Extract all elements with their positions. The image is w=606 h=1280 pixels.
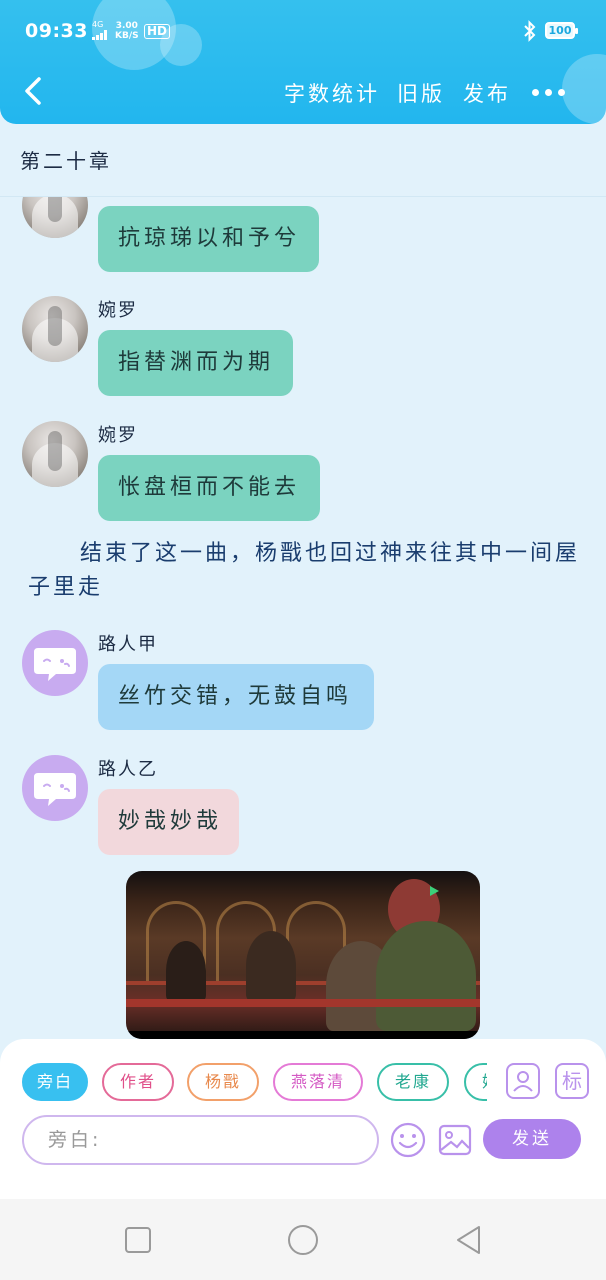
narration-text[interactable]: 结束了这一曲，杨戬也回过神来往其中一间屋子里走 [28, 537, 588, 605]
status-time: 09:33 [25, 20, 88, 42]
system-nav-bar [0, 1199, 606, 1280]
publish-button[interactable]: 发布 [463, 78, 511, 108]
scene-figure [166, 941, 206, 1001]
person-icon [513, 1071, 533, 1092]
bluetooth-icon [524, 20, 536, 42]
speed-unit: KB/S [115, 31, 139, 41]
scene-figure [246, 931, 296, 1001]
speaker-name: 路人乙 [98, 759, 158, 780]
message-input[interactable]: 旁白: [22, 1115, 379, 1165]
emoji-icon[interactable] [389, 1121, 427, 1159]
status-bar: 09:33 4G 3.00 KB/S HD 100 [0, 0, 606, 62]
network-speed: 3.00 KB/S [115, 21, 139, 41]
speaker-name: 婉罗 [98, 425, 138, 446]
message-bubble[interactable]: 妙哉妙哉 [98, 789, 239, 855]
scene-rail [126, 999, 480, 1007]
video-logo-icon [428, 885, 468, 897]
role-chip-author[interactable]: 作者 [102, 1063, 174, 1101]
speaker-name: 路人甲 [98, 634, 158, 655]
message-bubble[interactable]: 抗琼珶以和予兮 [98, 206, 319, 272]
role-chip-narrator[interactable]: 旁白 [22, 1063, 88, 1101]
nav-row: 字数统计 旧版 发布 [0, 62, 606, 122]
send-button[interactable]: 发送 [483, 1119, 581, 1159]
avatar[interactable] [22, 197, 88, 238]
chapter-title: 第二十章 [20, 149, 112, 173]
role-chip-yanluoqing[interactable]: 燕落清 [273, 1063, 363, 1101]
role-chip-laokang[interactable]: 老康 [377, 1063, 449, 1101]
role-selector[interactable]: 旁白 作者 杨戬 燕落清 老康 妙 [22, 1039, 487, 1119]
more-icon[interactable] [532, 89, 566, 97]
recent-apps-icon[interactable] [121, 1223, 155, 1257]
speaker-name: 婉罗 [98, 300, 138, 321]
message-bubble[interactable]: 指替渊而为期 [98, 330, 293, 396]
chat-area[interactable]: 抗琼珶以和予兮 婉罗 指替渊而为期 婉罗 怅盘桓而不能去 结束了这一曲，杨戬也回… [0, 197, 606, 1039]
top-bar: 09:33 4G 3.00 KB/S HD 100 字数统计 旧版 发布 [0, 0, 606, 124]
role-chip-yangjian[interactable]: 杨戬 [187, 1063, 259, 1101]
image-icon[interactable] [438, 1123, 472, 1157]
old-version-button[interactable]: 旧版 [397, 78, 445, 108]
battery-icon: 100 [545, 22, 578, 39]
back-icon[interactable] [20, 74, 50, 108]
home-icon[interactable] [286, 1223, 320, 1257]
avatar[interactable] [22, 421, 88, 487]
word-count-button[interactable]: 字数统计 [284, 78, 380, 108]
video-bottom-bar [126, 1031, 480, 1039]
avatar[interactable] [22, 755, 88, 821]
network-type: 4G [92, 20, 104, 29]
back-nav-icon[interactable] [452, 1223, 486, 1257]
video-thumbnail[interactable] [126, 871, 480, 1039]
mark-button[interactable]: 标 [555, 1063, 589, 1099]
signal-icon [92, 30, 108, 40]
speech-bubble-icon [34, 648, 76, 681]
scene-figure [376, 921, 476, 1031]
speed-value: 3.00 [115, 21, 138, 31]
avatar[interactable] [22, 296, 88, 362]
avatar[interactable] [22, 630, 88, 696]
message-bubble[interactable]: 怅盘桓而不能去 [98, 455, 320, 521]
role-chip-more[interactable]: 妙 [464, 1063, 487, 1101]
message-bubble[interactable]: 丝竹交错，无鼓自鸣 [98, 664, 374, 730]
role-profile-button[interactable] [506, 1063, 540, 1099]
composer-panel: 旁白 作者 杨戬 燕落清 老康 妙 标 旁白: 发送 [0, 1039, 606, 1199]
speech-bubble-icon [34, 773, 76, 806]
hd-badge: HD [144, 24, 171, 39]
